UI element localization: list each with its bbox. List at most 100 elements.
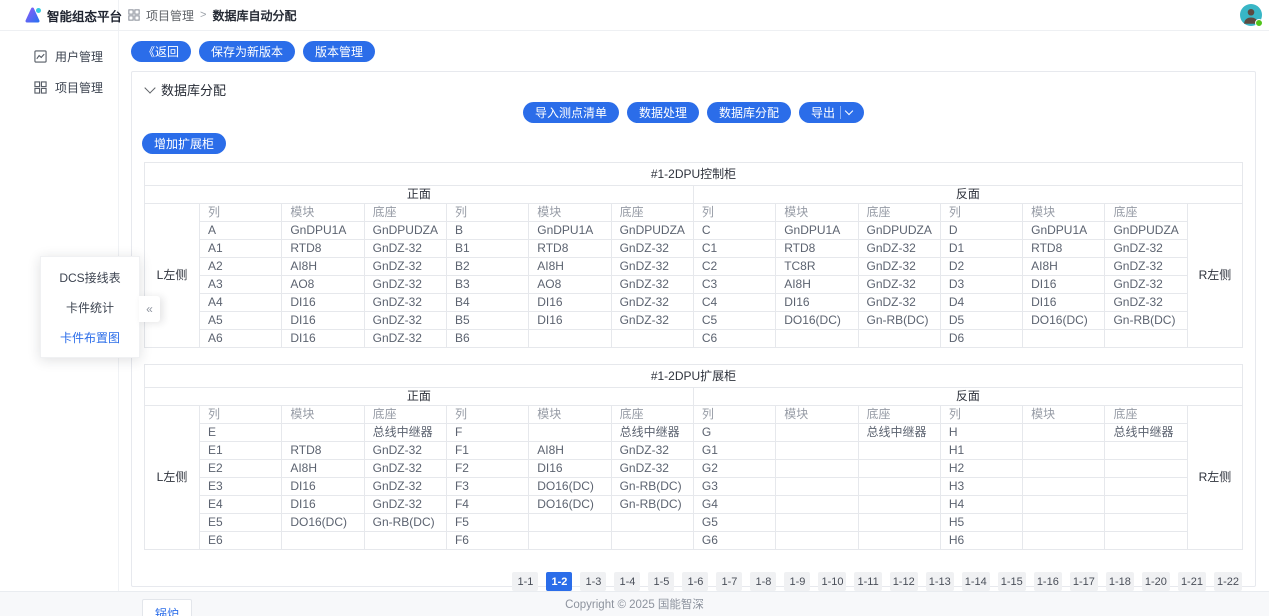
- cell: B2: [446, 258, 528, 276]
- column-header: 底座: [1105, 204, 1187, 222]
- pagination-page[interactable]: 1-21: [1178, 572, 1206, 591]
- cell: AI8H: [529, 258, 611, 276]
- cabinet-row: A5DI16GnDZ-32B5DI16GnDZ-32C5DO16(DC)Gn-R…: [145, 312, 1243, 330]
- cell: GnDZ-32: [364, 294, 446, 312]
- pagination-page[interactable]: 1-12: [890, 572, 918, 591]
- pagination-page[interactable]: 1-4: [614, 572, 640, 591]
- float-menu-item[interactable]: DCS接线表: [41, 262, 139, 292]
- pagination-page[interactable]: 1-20: [1142, 572, 1170, 591]
- cell: RTD8: [282, 240, 364, 258]
- cell: B6: [446, 330, 528, 348]
- breadcrumb-section[interactable]: 项目管理: [146, 7, 194, 24]
- collapse-handle[interactable]: «: [139, 296, 160, 322]
- pagination-page[interactable]: 1-1: [512, 572, 538, 591]
- avatar[interactable]: [1240, 4, 1262, 26]
- pagination-page[interactable]: 1-9: [784, 572, 810, 591]
- bottom-tab-row: 锅炉: [142, 599, 1255, 616]
- cell: B: [446, 222, 528, 240]
- cell: AI8H: [529, 442, 611, 460]
- column-header: 列: [940, 406, 1022, 424]
- version-management-button[interactable]: 版本管理: [303, 41, 375, 62]
- float-menu-item[interactable]: 卡件统计: [41, 292, 139, 322]
- cell: B1: [446, 240, 528, 258]
- back-face-header: 反面: [693, 186, 1242, 204]
- collapse-chevron-icon: [144, 82, 155, 93]
- pagination-page[interactable]: 1-17: [1070, 572, 1098, 591]
- column-header: 列: [693, 406, 775, 424]
- cell: AI8H: [282, 258, 364, 276]
- left-side-label: L左侧: [145, 406, 200, 550]
- cell: Gn-RB(DC): [858, 312, 940, 330]
- cell: [364, 532, 446, 550]
- cell: H: [940, 424, 1022, 442]
- cell: G1: [693, 442, 775, 460]
- data-process-button[interactable]: 数据处理: [627, 102, 699, 123]
- column-header: 模块: [1023, 204, 1105, 222]
- cell: DI16: [282, 294, 364, 312]
- cell: D3: [940, 276, 1022, 294]
- column-header: 列: [693, 204, 775, 222]
- cell: [1023, 442, 1105, 460]
- sidebar-item-user-management[interactable]: 用户管理: [0, 41, 118, 72]
- cabinet-row: A2AI8HGnDZ-32B2AI8HGnDZ-32C2TC8RGnDZ-32D…: [145, 258, 1243, 276]
- cell: DI16: [776, 294, 858, 312]
- cabinet-row: AGnDPU1AGnDPUDZABGnDPU1AGnDPUDZACGnDPU1A…: [145, 222, 1243, 240]
- cell: RTD8: [529, 240, 611, 258]
- pagination-page[interactable]: 1-10: [818, 572, 846, 591]
- pagination-page[interactable]: 1-15: [998, 572, 1026, 591]
- cell: 总线中继器: [858, 424, 940, 442]
- cell: D4: [940, 294, 1022, 312]
- pagination-page[interactable]: 1-16: [1034, 572, 1062, 591]
- export-button[interactable]: 导出: [799, 102, 864, 123]
- pagination-page[interactable]: 1-14: [962, 572, 990, 591]
- export-caret-icon[interactable]: [845, 107, 853, 115]
- cell: RTD8: [776, 240, 858, 258]
- cell: GnDPU1A: [1023, 222, 1105, 240]
- cell: GnDZ-32: [611, 240, 693, 258]
- back-button[interactable]: 《返回: [131, 41, 191, 62]
- pagination-page[interactable]: 1-13: [926, 572, 954, 591]
- cell: [1023, 532, 1105, 550]
- section-header[interactable]: 数据库分配: [132, 72, 1255, 99]
- pagination-page[interactable]: 1-22: [1214, 572, 1242, 591]
- tab-boiler[interactable]: 锅炉: [142, 599, 192, 616]
- cell: F5: [446, 514, 528, 532]
- pagination-page[interactable]: 1-2: [546, 572, 572, 591]
- pagination-page[interactable]: 1-3: [580, 572, 606, 591]
- cell: GnDPU1A: [776, 222, 858, 240]
- cell: [858, 478, 940, 496]
- cell: F4: [446, 496, 528, 514]
- grid-icon: [34, 81, 47, 94]
- cell: D5: [940, 312, 1022, 330]
- cell: 总线中继器: [1105, 424, 1187, 442]
- add-expansion-cabinet-button[interactable]: 增加扩展柜: [142, 133, 226, 154]
- float-menu-item[interactable]: 卡件布置图: [41, 322, 139, 352]
- sidebar-item-project-management[interactable]: 项目管理: [0, 72, 118, 103]
- pagination-page[interactable]: 1-7: [716, 572, 742, 591]
- pagination-page[interactable]: 1-11: [854, 572, 881, 591]
- pagination-page[interactable]: 1-18: [1106, 572, 1134, 591]
- import-points-button[interactable]: 导入测点清单: [523, 102, 619, 123]
- cell: GnDZ-32: [364, 258, 446, 276]
- cabinet-row: A4DI16GnDZ-32B4DI16GnDZ-32C4DI16GnDZ-32D…: [145, 294, 1243, 312]
- cell: [1023, 460, 1105, 478]
- cell: H6: [940, 532, 1022, 550]
- add-row: 增加扩展柜: [142, 133, 1255, 154]
- save-as-new-version-button[interactable]: 保存为新版本: [199, 41, 295, 62]
- cell: [776, 460, 858, 478]
- pagination-page[interactable]: 1-6: [682, 572, 708, 591]
- pagination-page[interactable]: 1-8: [750, 572, 776, 591]
- line-chart-icon: [34, 50, 47, 63]
- cell: [1105, 330, 1187, 348]
- db-allocate-button[interactable]: 数据库分配: [707, 102, 791, 123]
- cell: GnDZ-32: [1105, 240, 1187, 258]
- main-area: 《返回 保存为新版本 版本管理 数据库分配 导入测点清单 数据处理 数据库分配 …: [119, 31, 1269, 591]
- cell: E6: [200, 532, 282, 550]
- column-header: 列: [446, 204, 528, 222]
- cabinet-row: E6F6G6H6: [145, 532, 1243, 550]
- cell: [1105, 460, 1187, 478]
- pagination-page[interactable]: 1-5: [648, 572, 674, 591]
- cell: A4: [200, 294, 282, 312]
- cell: F6: [446, 532, 528, 550]
- database-allocation-card: 数据库分配 导入测点清单 数据处理 数据库分配 导出 增加扩展柜 #1-2DPU…: [131, 71, 1256, 587]
